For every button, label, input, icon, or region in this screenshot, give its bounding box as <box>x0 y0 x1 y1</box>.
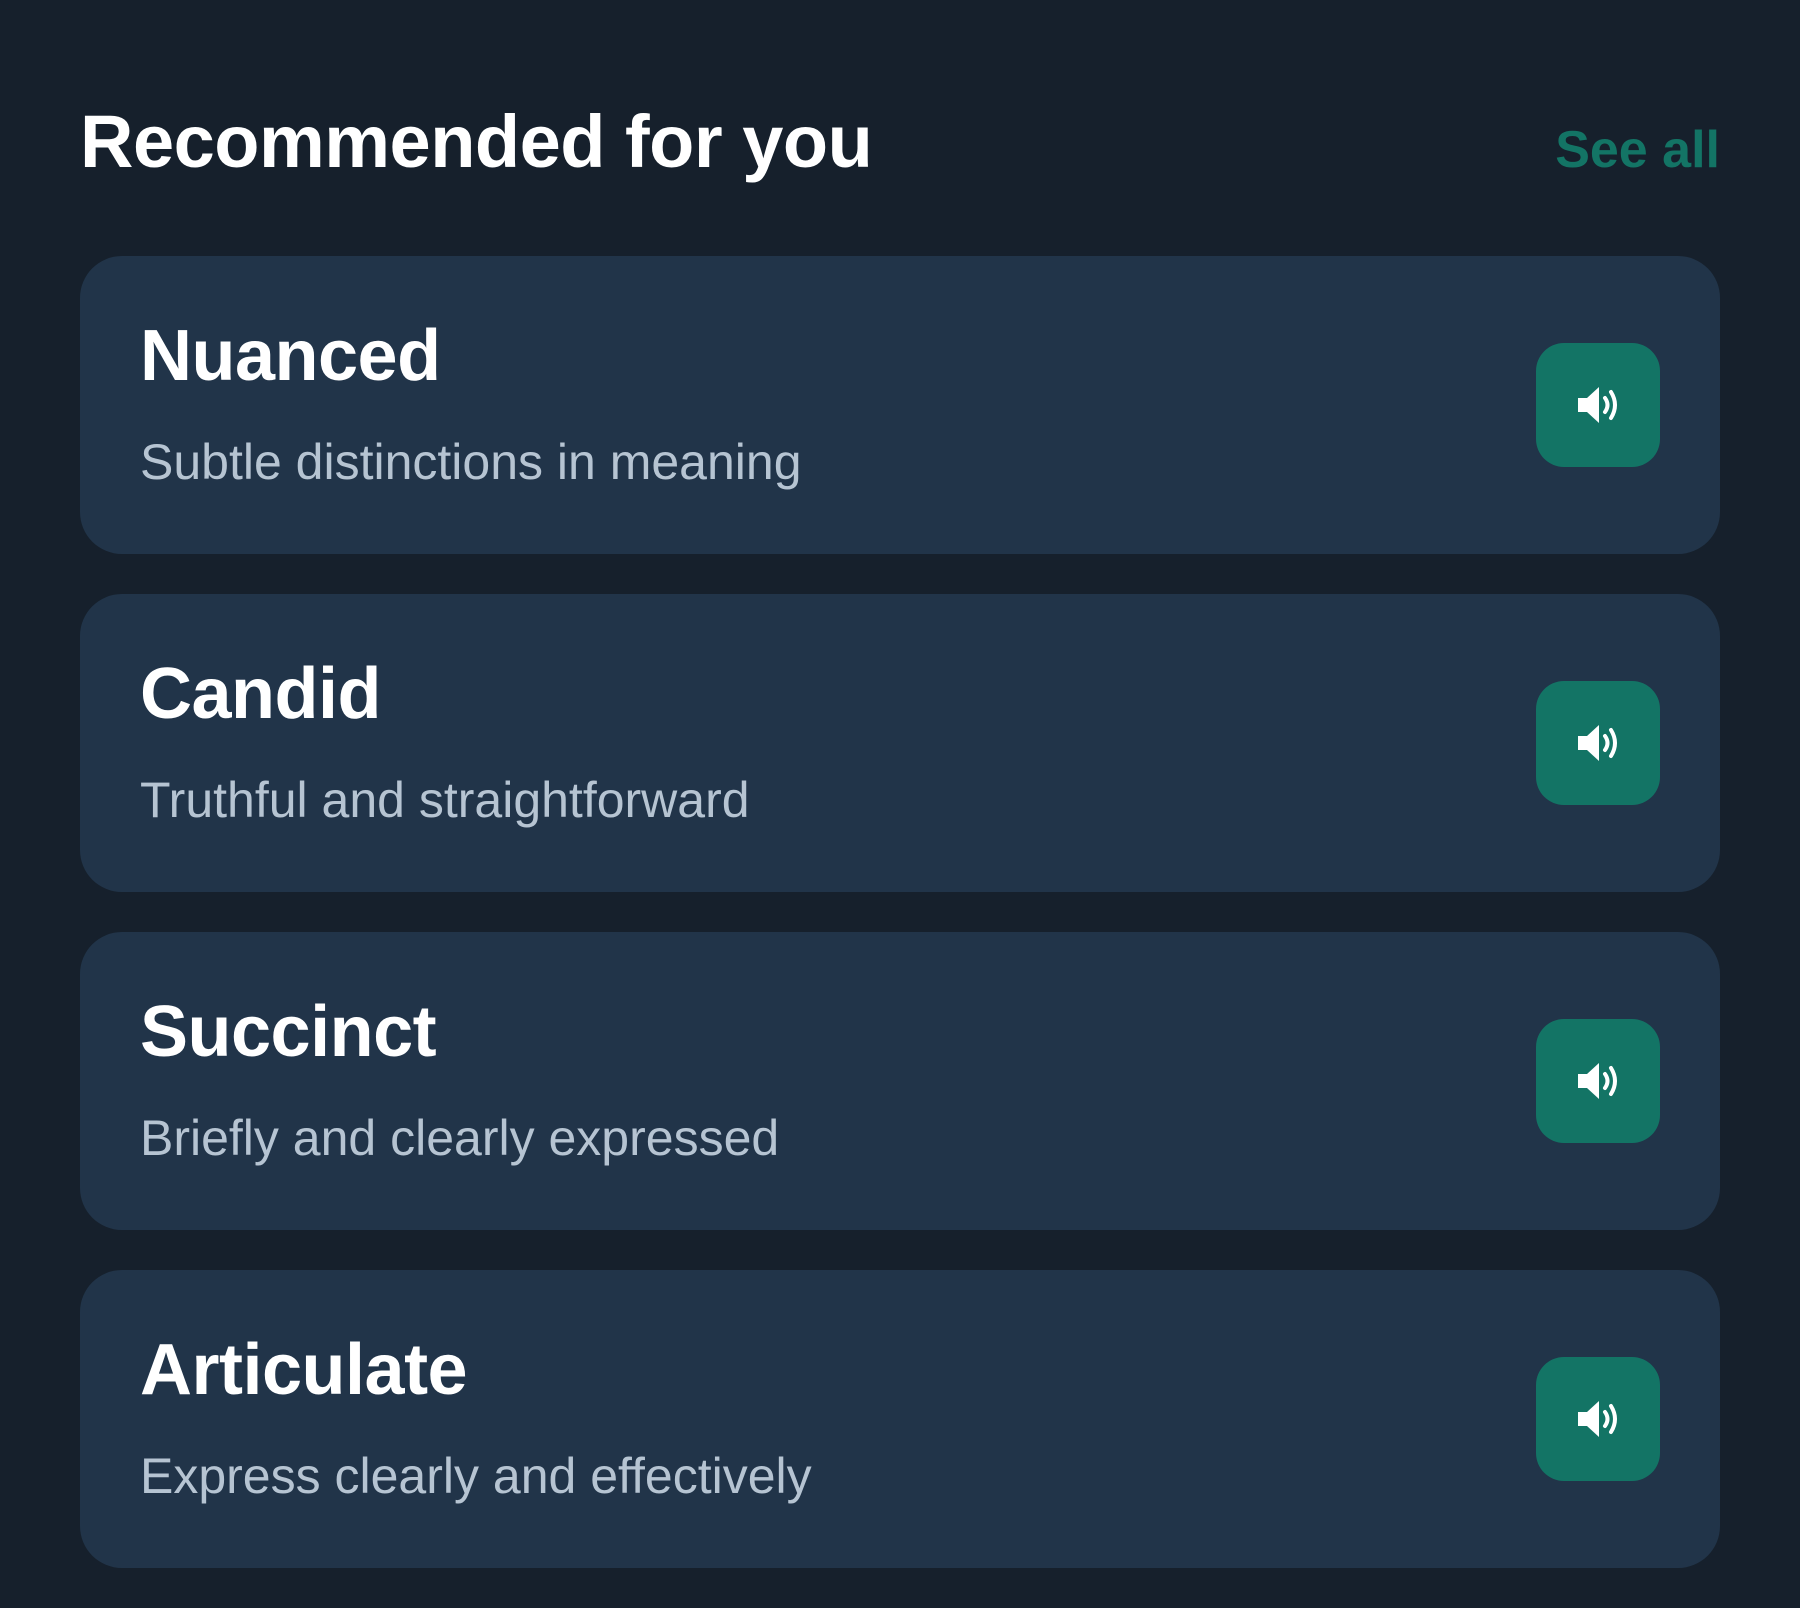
word-list: Nuanced Subtle distinctions in meaning C… <box>80 256 1720 1608</box>
word-definition: Truthful and straightforward <box>140 772 750 828</box>
word-definition: Briefly and clearly expressed <box>140 1110 780 1166</box>
section-title: Recommended for you <box>80 100 873 183</box>
section-header: Recommended for you See all <box>80 0 1720 256</box>
word-card-succinct[interactable]: Succinct Briefly and clearly expressed <box>80 932 1720 1230</box>
play-pronunciation-button[interactable] <box>1536 1019 1660 1143</box>
recommended-section: Recommended for you See all Nuanced Subt… <box>80 0 1720 1568</box>
play-pronunciation-button[interactable] <box>1536 1357 1660 1481</box>
play-pronunciation-button[interactable] <box>1536 343 1660 467</box>
speaker-icon <box>1578 1063 1617 1099</box>
word-title: Succinct <box>140 992 437 1072</box>
speaker-icon <box>1578 387 1617 423</box>
word-definition: Express clearly and effectively <box>140 1448 812 1504</box>
word-card-candid[interactable]: Candid Truthful and straightforward <box>80 594 1720 892</box>
word-definition: Subtle distinctions in meaning <box>140 434 802 490</box>
speaker-icon <box>1578 725 1617 761</box>
play-pronunciation-button[interactable] <box>1536 681 1660 805</box>
word-title: Articulate <box>140 1330 468 1410</box>
speaker-icon <box>1578 1401 1617 1437</box>
word-card-articulate[interactable]: Articulate Express clearly and effective… <box>80 1270 1720 1568</box>
word-title: Nuanced <box>140 316 441 396</box>
see-all-link[interactable]: See all <box>1555 122 1720 178</box>
word-title: Candid <box>140 654 381 734</box>
word-card-nuanced[interactable]: Nuanced Subtle distinctions in meaning <box>80 256 1720 554</box>
